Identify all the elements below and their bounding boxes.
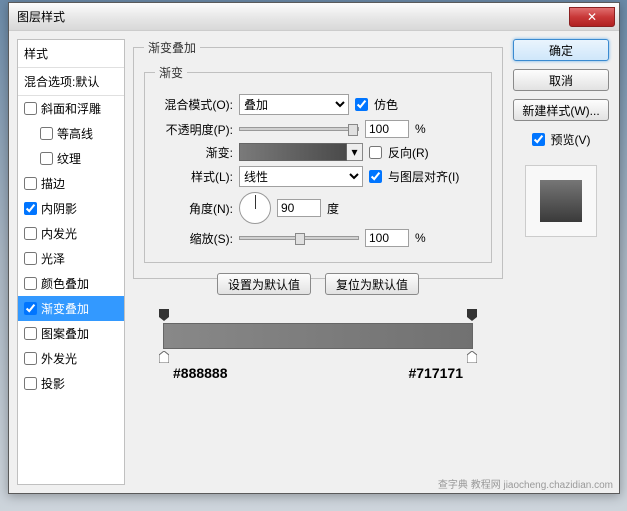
chevron-down-icon: ▾ — [351, 145, 357, 159]
blend-mode-select[interactable]: 叠加 — [239, 94, 349, 115]
scale-unit: % — [415, 231, 426, 245]
gradient-label: 渐变: — [155, 144, 233, 161]
sidebar-item[interactable]: 外发光 — [18, 346, 124, 371]
sidebar-item-checkbox[interactable] — [24, 352, 37, 365]
opacity-stop-right[interactable] — [467, 309, 477, 321]
align-checkbox[interactable] — [369, 170, 382, 183]
dither-checkbox[interactable] — [355, 98, 368, 111]
opacity-label: 不透明度(P): — [155, 121, 233, 138]
sidebar-blend-options[interactable]: 混合选项:默认 — [18, 68, 124, 96]
sidebar-item-label: 外发光 — [41, 350, 77, 367]
left-color-label: #888888 — [173, 365, 228, 381]
sidebar-item-label: 渐变叠加 — [41, 300, 89, 317]
align-label: 与图层对齐(I) — [388, 168, 459, 185]
preview-label: 预览(V) — [551, 131, 591, 148]
sidebar-item[interactable]: 图案叠加 — [18, 321, 124, 346]
reverse-label: 反向(R) — [388, 144, 429, 161]
opacity-stop-left[interactable] — [159, 309, 169, 321]
gradient-group: 渐变 混合模式(O): 叠加 仿色 不透明度(P): % 渐变 — [144, 64, 492, 263]
reverse-checkbox[interactable] — [369, 146, 382, 159]
sidebar-item[interactable]: 斜面和浮雕 — [18, 96, 124, 121]
new-style-button[interactable]: 新建样式(W)... — [513, 99, 609, 121]
sidebar-item-checkbox[interactable] — [24, 377, 37, 390]
blend-mode-label: 混合模式(O): — [155, 96, 233, 113]
gradient-overlay-group: 渐变叠加 渐变 混合模式(O): 叠加 仿色 不透明度(P): % — [133, 39, 503, 279]
sidebar-item-label: 光泽 — [41, 250, 65, 267]
right-color-label: #717171 — [408, 365, 463, 381]
sidebar-item-checkbox[interactable] — [40, 152, 53, 165]
sidebar-item[interactable]: 描边 — [18, 171, 124, 196]
angle-unit: 度 — [327, 200, 339, 217]
preview-box — [525, 165, 597, 237]
opacity-slider[interactable] — [239, 127, 359, 131]
sidebar-item-label: 图案叠加 — [41, 325, 89, 342]
gradient-dropdown-arrow[interactable]: ▾ — [347, 143, 363, 161]
sidebar-item[interactable]: 投影 — [18, 371, 124, 396]
sidebar-item-checkbox[interactable] — [24, 227, 37, 240]
sidebar-item-checkbox[interactable] — [24, 277, 37, 290]
sidebar-header[interactable]: 样式 — [18, 40, 124, 68]
close-button[interactable]: ✕ — [569, 7, 615, 27]
gradient-editor: #888888 #717171 — [133, 309, 503, 399]
dialog-window: 图层样式 ✕ 样式 混合选项:默认 斜面和浮雕等高线纹理描边内阴影内发光光泽颜色… — [8, 2, 620, 494]
sidebar-item-checkbox[interactable] — [24, 177, 37, 190]
ok-button[interactable]: 确定 — [513, 39, 609, 61]
style-label: 样式(L): — [155, 168, 233, 185]
sidebar-item-label: 描边 — [41, 175, 65, 192]
sidebar-item-checkbox[interactable] — [24, 252, 37, 265]
main-panel: 渐变叠加 渐变 混合模式(O): 叠加 仿色 不透明度(P): % — [133, 39, 503, 485]
color-stop-right[interactable] — [467, 351, 477, 363]
dither-label: 仿色 — [374, 96, 398, 113]
angle-label: 角度(N): — [155, 200, 233, 217]
sidebar-item-checkbox[interactable] — [24, 202, 37, 215]
sidebar-item[interactable]: 纹理 — [18, 146, 124, 171]
inner-legend: 渐变 — [155, 64, 187, 81]
opacity-input[interactable] — [365, 120, 409, 138]
sidebar-item-label: 投影 — [41, 375, 65, 392]
styles-sidebar: 样式 混合选项:默认 斜面和浮雕等高线纹理描边内阴影内发光光泽颜色叠加渐变叠加图… — [17, 39, 125, 485]
color-stop-left[interactable] — [159, 351, 169, 363]
reset-default-button[interactable]: 复位为默认值 — [325, 273, 419, 295]
gradient-preview[interactable] — [239, 143, 347, 161]
scale-label: 缩放(S): — [155, 230, 233, 247]
style-select[interactable]: 线性 — [239, 166, 363, 187]
sidebar-item-label: 颜色叠加 — [41, 275, 89, 292]
preview-swatch — [540, 180, 582, 222]
window-title: 图层样式 — [17, 8, 65, 25]
opacity-unit: % — [415, 122, 426, 136]
sidebar-item-label: 内阴影 — [41, 200, 77, 217]
sidebar-item-checkbox[interactable] — [24, 327, 37, 340]
outer-legend: 渐变叠加 — [144, 39, 200, 56]
scale-slider[interactable] — [239, 236, 359, 240]
sidebar-item[interactable]: 内阴影 — [18, 196, 124, 221]
sidebar-item-checkbox[interactable] — [24, 302, 37, 315]
sidebar-item-label: 斜面和浮雕 — [41, 100, 101, 117]
preview-checkbox[interactable] — [532, 133, 545, 146]
watermark: 查字典 教程网 jiaocheng.chazidian.com — [438, 476, 613, 491]
cancel-button[interactable]: 取消 — [513, 69, 609, 91]
sidebar-item[interactable]: 颜色叠加 — [18, 271, 124, 296]
angle-input[interactable] — [277, 199, 321, 217]
angle-dial[interactable] — [239, 192, 271, 224]
sidebar-item[interactable]: 光泽 — [18, 246, 124, 271]
sidebar-item-checkbox[interactable] — [24, 102, 37, 115]
titlebar: 图层样式 ✕ — [9, 3, 619, 31]
sidebar-item[interactable]: 等高线 — [18, 121, 124, 146]
right-column: 确定 取消 新建样式(W)... 预览(V) — [511, 39, 611, 485]
sidebar-item-checkbox[interactable] — [40, 127, 53, 140]
scale-input[interactable] — [365, 229, 409, 247]
close-icon: ✕ — [587, 10, 597, 24]
sidebar-item-label: 纹理 — [57, 150, 81, 167]
sidebar-item-label: 内发光 — [41, 225, 77, 242]
sidebar-item[interactable]: 渐变叠加 — [18, 296, 124, 321]
gradient-bar[interactable] — [163, 323, 473, 349]
sidebar-item-label: 等高线 — [57, 125, 93, 142]
set-default-button[interactable]: 设置为默认值 — [217, 273, 311, 295]
sidebar-item[interactable]: 内发光 — [18, 221, 124, 246]
